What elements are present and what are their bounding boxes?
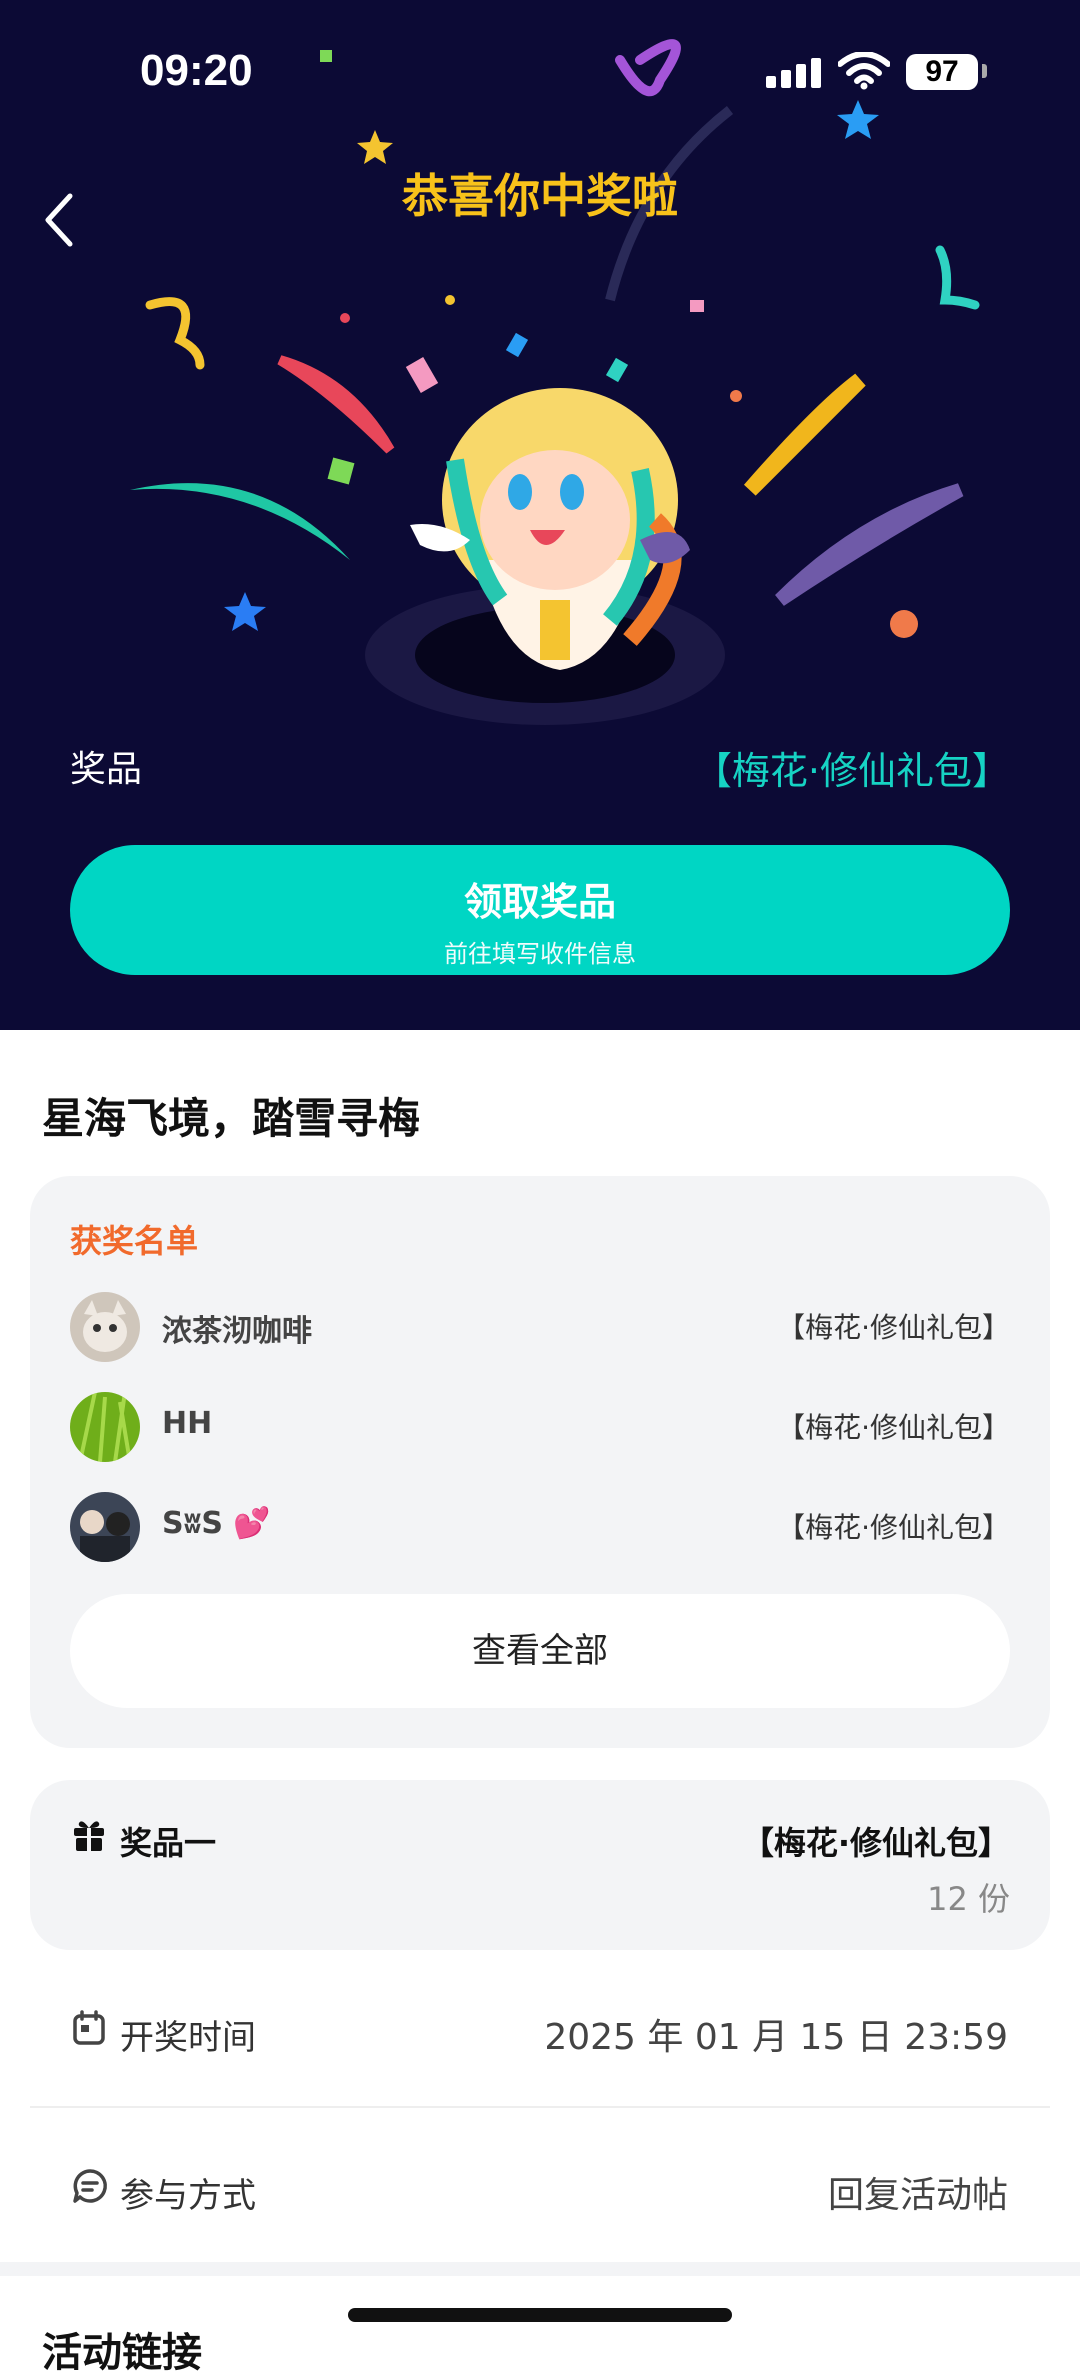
chat-icon: [73, 2169, 107, 2203]
winner-row[interactable]: SʬS 💕 【梅花·修仙礼包】: [70, 1492, 1010, 1564]
winner-name: SʬS 💕: [162, 1506, 271, 1541]
winner-prize: 【梅花·修仙礼包】: [777, 1511, 1010, 1544]
battery-icon: 97: [906, 54, 978, 90]
prize-value: 【梅花·修仙礼包】: [693, 749, 1010, 793]
gift-icon: [74, 1821, 104, 1851]
prize-one-card: 奖品一 【梅花·修仙礼包】 12 份: [30, 1780, 1050, 1950]
winner-name: HH: [162, 1406, 213, 1441]
prize-row: 奖品 【梅花·修仙礼包】: [70, 740, 1010, 793]
winners-title: 获奖名单: [70, 1222, 199, 1260]
participation-label: 参与方式: [120, 2176, 256, 2216]
battery-tip: [982, 64, 987, 78]
claim-button-sublabel: 前往填写收件信息: [444, 940, 636, 968]
calendar-icon: [73, 2010, 105, 2045]
home-indicator[interactable]: [348, 2308, 732, 2322]
signal-icon: [766, 58, 821, 88]
section-separator: [0, 2262, 1080, 2276]
activity-title: 星海飞境，踏雪寻梅: [42, 1094, 421, 1143]
hero-banner: 09:20 97 恭喜你中奖啦 奖品 【梅花·修仙礼包】 领取奖品 前往填写收件…: [0, 0, 1080, 1030]
participation-value: 回复活动帖: [827, 2175, 1008, 2216]
avatar: [70, 1492, 140, 1562]
prize-one-count: 12 份: [927, 1880, 1010, 1918]
prize-one-label: 奖品一: [120, 1824, 217, 1862]
status-bar: 09:20 97: [0, 0, 1080, 140]
draw-time-label: 开奖时间: [120, 2018, 256, 2058]
wifi-icon: [838, 52, 890, 90]
avatar: [70, 1392, 140, 1462]
winner-name: 浓茶沏咖啡: [162, 1314, 312, 1349]
draw-time-row: 开奖时间 2025 年 01 月 15 日 23:59: [30, 1980, 1050, 2080]
divider: [30, 2106, 1050, 2108]
winner-row[interactable]: 浓茶沏咖啡 【梅花·修仙礼包】: [70, 1292, 1010, 1364]
winner-row[interactable]: HH 【梅花·修仙礼包】: [70, 1392, 1010, 1464]
hero-title: 恭喜你中奖啦: [402, 169, 678, 223]
prize-label: 奖品: [70, 749, 143, 790]
view-all-button[interactable]: 查看全部: [70, 1594, 1010, 1708]
claim-button-label: 领取奖品: [463, 880, 616, 924]
status-time: 09:20: [140, 46, 253, 95]
participation-row: 参与方式 回复活动帖: [30, 2138, 1050, 2238]
draw-time-value: 2025 年 01 月 15 日 23:59: [544, 2017, 1008, 2058]
prize-one-value: 【梅花·修仙礼包】: [741, 1824, 1010, 1862]
winner-prize: 【梅花·修仙礼包】: [777, 1311, 1010, 1344]
avatar: [70, 1292, 140, 1362]
claim-prize-button[interactable]: 领取奖品 前往填写收件信息: [70, 845, 1010, 975]
winner-prize: 【梅花·修仙礼包】: [777, 1411, 1010, 1444]
next-section-title: 活动链接: [42, 2330, 202, 2376]
winners-card: 获奖名单 浓茶沏咖啡 【梅花·修仙礼包】 HH 【梅花·修仙礼包】 SʬS 💕 …: [30, 1176, 1050, 1748]
